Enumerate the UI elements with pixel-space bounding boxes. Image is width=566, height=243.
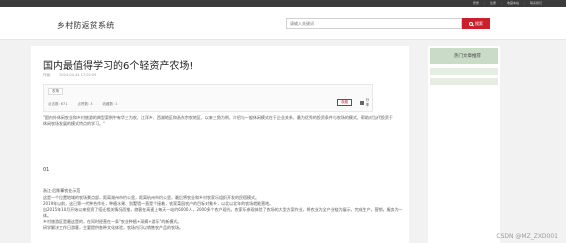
sidebar-item[interactable] bbox=[430, 68, 498, 75]
paragraph: 研学解决工作日游客，主要提供各种文化体验，农场内可以销售农产品的农场。 bbox=[43, 225, 183, 230]
article-stats: 点击数: 671 点赞数: 3 收藏数: 1 bbox=[48, 102, 118, 107]
search-icon bbox=[469, 21, 473, 26]
click-count: 点击数: 671 bbox=[48, 102, 68, 106]
section-number: 01 bbox=[43, 167, 50, 173]
article-body: 这是一个位置地域的农场景点部，距离湖州市约公里，距离杭州市约公里，最后将农业和乡… bbox=[43, 195, 403, 231]
article-title: 国内最值得学习的6个轻资产农场! bbox=[43, 61, 194, 72]
sidebar-heading: 热门文章推荐 bbox=[430, 48, 498, 64]
article-meta: 作者: 2024-04-24 17:02:09 bbox=[43, 73, 96, 78]
watermark: CSDN @MZ_ZXD001 bbox=[496, 233, 558, 240]
article-author: 作者: bbox=[43, 73, 52, 77]
article-summary: "国内外休闲农业和乡村旅游的典型案例中有华三为农、江洋乡、西湖地区和浙东宗农地区… bbox=[43, 115, 393, 126]
section-subheading: 浙江·后陈寨农业示范 bbox=[43, 188, 81, 193]
share-icon bbox=[360, 100, 364, 105]
site-title[interactable]: 乡村防返贫系统 bbox=[57, 20, 114, 31]
separator: | bbox=[483, 1, 485, 5]
search-button-label: 搜索 bbox=[475, 20, 483, 26]
separator: | bbox=[523, 1, 525, 5]
paragraph: 自2015年10月开始以来投资了搭迁相关情况而推，旅客在高速上每天一站约6000… bbox=[43, 207, 403, 218]
site-header: 乡村防返贫系统 搜索 bbox=[0, 7, 566, 40]
collect-count: 收藏数: 1 bbox=[102, 102, 118, 106]
collect-button[interactable]: 收藏 bbox=[337, 99, 352, 106]
top-links: 登录 | 注册 | 收藏本站 | 联系我们 bbox=[471, 1, 544, 6]
article-date: 2024-04-24 17:02:09 bbox=[59, 73, 97, 77]
like-count: 点赞数: 3 bbox=[77, 102, 93, 106]
top-bar: 登录 | 注册 | 收藏本站 | 联系我们 bbox=[0, 0, 566, 7]
article-container: 国内最值得学习的6个轻资产农场! 作者: 2024-04-24 17:02:09… bbox=[31, 46, 409, 243]
login-link[interactable]: 登录 bbox=[471, 1, 481, 6]
sidebar-item[interactable] bbox=[430, 78, 498, 85]
search-button[interactable]: 搜索 bbox=[462, 18, 490, 29]
register-link[interactable]: 注册 bbox=[488, 1, 498, 6]
separator: | bbox=[500, 1, 502, 5]
share-button[interactable]: 分享 bbox=[360, 97, 372, 107]
contact-link[interactable]: 联系我们 bbox=[528, 1, 544, 6]
sidebar: 热门文章推荐 bbox=[428, 46, 500, 243]
bookmark-link[interactable]: 收藏本站 bbox=[505, 1, 521, 6]
article-info-panel: 农场 点击数: 671 点赞数: 3 收藏数: 1 收藏 分享 bbox=[43, 84, 373, 112]
article-tag[interactable]: 农场 bbox=[48, 88, 63, 95]
share-label: 分享 bbox=[365, 97, 370, 107]
search-input[interactable] bbox=[286, 18, 462, 29]
